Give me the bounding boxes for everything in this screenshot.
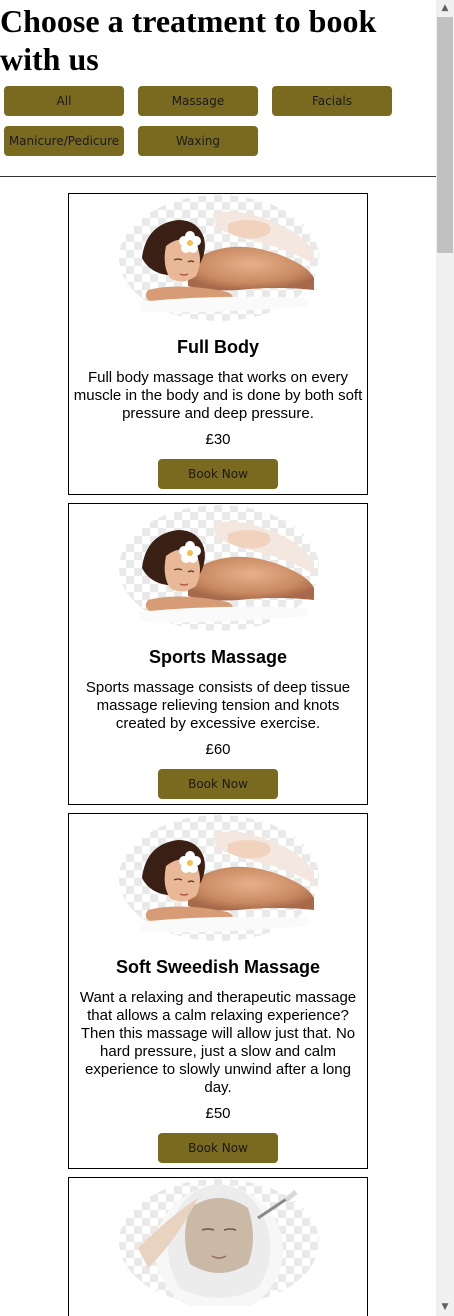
treatment-card-soft-sweedish-massage: Soft Sweedish Massage Want a relaxing an…: [68, 813, 368, 1169]
filter-waxing-button[interactable]: Waxing: [138, 126, 258, 156]
filter-all-button[interactable]: All: [4, 86, 124, 116]
arrow-down-icon[interactable]: ▼: [436, 1299, 454, 1316]
treatment-price: £50: [205, 1105, 231, 1122]
arrow-up-icon[interactable]: ▲: [436, 0, 454, 17]
facial-photo: [118, 1178, 320, 1306]
header-divider: [0, 176, 436, 177]
vertical-scrollbar[interactable]: ▲ ▼: [436, 0, 454, 1316]
book-now-button[interactable]: Book Now: [158, 1133, 278, 1163]
treatment-card-sports-massage: Sports Massage Sports massage consists o…: [68, 503, 368, 805]
filter-facials-button[interactable]: Facials: [272, 86, 392, 116]
treatment-card-facial: [68, 1177, 368, 1316]
massage-photo: [118, 194, 320, 322]
treatment-description: Sports massage consists of deep tissue m…: [85, 679, 351, 732]
treatment-title: Soft Sweedish Massage: [115, 957, 321, 977]
massage-photo: [118, 504, 320, 632]
filter-manicure-pedicure-button[interactable]: Manicure/Pedicure: [4, 126, 124, 156]
treatment-description: Want a relaxing and therapeutic massage …: [79, 989, 357, 1096]
page-viewport: Choose a treatment to book with us All M…: [0, 0, 436, 1316]
scrollbar-thumb[interactable]: [437, 17, 453, 253]
treatment-card-full-body: Full Body Full body massage that works o…: [68, 193, 368, 495]
massage-photo: [118, 814, 320, 942]
treatment-description: Full body massage that works on every mu…: [73, 369, 363, 422]
treatment-title: Full Body: [177, 337, 259, 357]
book-now-button[interactable]: Book Now: [158, 769, 278, 799]
treatment-title: Sports Massage: [148, 647, 288, 667]
book-now-button[interactable]: Book Now: [158, 459, 278, 489]
filter-massage-button[interactable]: Massage: [138, 86, 258, 116]
page-title: Choose a treatment to book with us: [0, 3, 377, 77]
treatment-price: £60: [205, 741, 231, 758]
treatment-price: £30: [205, 431, 231, 448]
